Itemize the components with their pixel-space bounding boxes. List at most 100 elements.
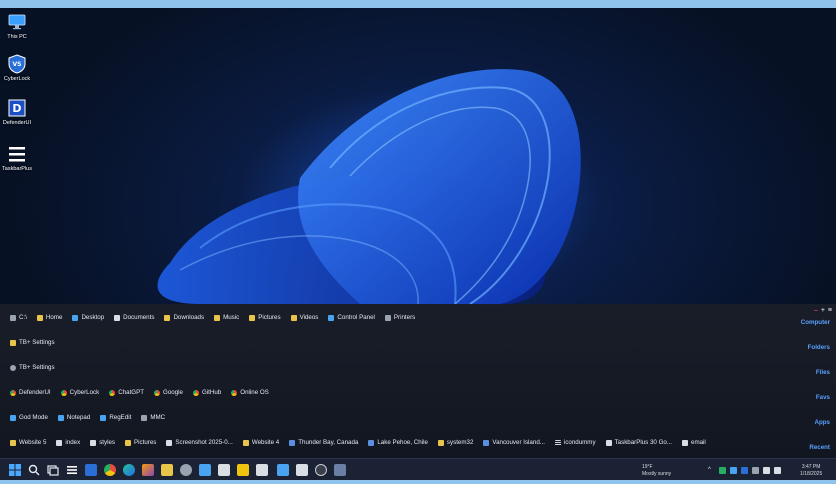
fav-item-defenderui[interactable]: DefenderUI	[10, 389, 51, 396]
category-recent[interactable]: Recent	[809, 444, 830, 451]
folder-item[interactable]: TB+ Settings	[10, 339, 55, 346]
mail-app-icon[interactable]	[218, 464, 230, 476]
recent-item[interactable]: Lake Pehoe, Chile	[368, 439, 428, 446]
recent-item[interactable]: Pictures	[125, 439, 156, 446]
computer-item-downloads[interactable]: Downloads	[164, 314, 204, 321]
mmc-icon	[141, 414, 148, 421]
file-icon	[682, 439, 688, 446]
panel-controls: – + ≡	[814, 307, 832, 314]
app-item-notepad[interactable]: Notepad	[57, 414, 90, 421]
computer-item-music[interactable]: Music	[214, 314, 239, 321]
file-explorer-icon[interactable]	[161, 464, 173, 476]
recent-item[interactable]: system32	[437, 439, 473, 446]
cyberlock-app-icon[interactable]	[85, 464, 97, 476]
app-item-god-mode[interactable]: God Mode	[10, 414, 48, 421]
drive-icon	[10, 314, 16, 321]
folder-icon	[242, 439, 249, 446]
notepad-app-icon[interactable]	[296, 464, 308, 476]
system-tray: ^	[708, 467, 781, 474]
window-top-strip	[0, 0, 836, 8]
desktop-icon-label: CyberLock	[3, 76, 31, 82]
svg-text:VS: VS	[13, 61, 22, 68]
panel-minimize-button[interactable]: –	[814, 307, 818, 314]
videos-icon	[290, 314, 297, 321]
tray-app-icon[interactable]	[752, 467, 759, 474]
apps-row: God Mode Notepad RegEdit MMC	[0, 405, 800, 430]
panel-menu-button[interactable]: ≡	[828, 307, 832, 314]
file-icon	[56, 439, 63, 446]
settings-gear-icon[interactable]	[180, 464, 192, 476]
chrome-icon	[192, 389, 199, 396]
rdp-app-icon[interactable]	[199, 464, 211, 476]
task-view-icon[interactable]	[47, 464, 59, 476]
network-icon[interactable]	[763, 467, 770, 474]
fav-item-google[interactable]: Google	[154, 389, 183, 396]
recent-item[interactable]: TaskbarPlus 30 Go...	[605, 439, 672, 446]
tray-shield-icon[interactable]	[741, 467, 748, 474]
computer-item-control-panel[interactable]: Control Panel	[328, 314, 375, 321]
app-item-mmc[interactable]: MMC	[141, 414, 165, 421]
screen-app-icon[interactable]	[334, 464, 346, 476]
computer-item-pictures[interactable]: Pictures	[249, 314, 281, 321]
app-item-regedit[interactable]: RegEdit	[100, 414, 131, 421]
tray-app-icon[interactable]	[719, 467, 726, 474]
fav-item-online-os[interactable]: Online OS	[231, 389, 269, 396]
fav-item-chatgpt[interactable]: ChatGPT	[109, 389, 144, 396]
terminal-app-icon[interactable]	[277, 464, 289, 476]
snipping-app-icon[interactable]	[256, 464, 268, 476]
recent-item[interactable]: index	[56, 439, 80, 446]
recent-item[interactable]: Vancouver Island...	[483, 439, 545, 446]
chrome-app-icon[interactable]	[104, 464, 116, 476]
category-files[interactable]: Files	[816, 369, 830, 376]
computer-item-desktop[interactable]: Desktop	[72, 314, 104, 321]
desktop-icon-cyberlock[interactable]: VS CyberLock	[0, 54, 34, 82]
recent-item[interactable]: email	[682, 439, 706, 446]
computer-item-c-drive[interactable]: C:\	[10, 314, 27, 321]
desktop-icon-defenderui[interactable]: D DefenderUI	[0, 98, 34, 126]
regedit-icon	[100, 414, 107, 421]
hamburger-menu-icon	[7, 144, 27, 164]
recent-item[interactable]: Website 4	[242, 439, 279, 446]
folders-row: TB+ Settings	[0, 330, 800, 355]
speaker-icon[interactable]	[774, 467, 781, 474]
photos-app-icon[interactable]	[237, 464, 249, 476]
panel-add-button[interactable]: +	[821, 307, 825, 314]
desktop-icon-this-pc[interactable]: This PC	[0, 12, 34, 40]
category-folders[interactable]: Folders	[808, 344, 830, 351]
search-icon[interactable]	[28, 464, 40, 476]
taskbarplus-menu-icon[interactable]	[66, 464, 78, 476]
category-computer[interactable]: Computer	[801, 319, 830, 326]
start-icon[interactable]	[9, 464, 21, 476]
weather-widget[interactable]: 19°F Mostly sunny	[642, 464, 671, 478]
computer-item-printers[interactable]: Printers	[384, 314, 415, 321]
folder-icon	[10, 339, 16, 346]
settings-file-icon	[10, 364, 16, 371]
computer-item-home[interactable]: Home	[36, 314, 62, 321]
chevron-up-icon[interactable]: ^	[708, 467, 715, 474]
edge-app-icon[interactable]	[123, 464, 135, 476]
computer-item-documents[interactable]: Documents	[114, 314, 154, 321]
clock-time: 3:47 PM	[801, 464, 821, 470]
recent-item[interactable]: styles	[90, 439, 115, 446]
category-apps[interactable]: Apps	[815, 419, 830, 426]
desktop-icon-taskbarplus[interactable]: TaskbarPlus	[0, 144, 34, 172]
recent-item[interactable]: Screenshot 2025-0...	[166, 439, 233, 446]
tray-app-icon[interactable]	[730, 467, 737, 474]
recent-item[interactable]: Website 5	[10, 439, 46, 446]
fav-item-cyberlock[interactable]: CyberLock	[60, 389, 99, 396]
file-item[interactable]: TB+ Settings	[10, 364, 55, 371]
recent-item[interactable]: icondummy	[554, 439, 596, 446]
image-file-icon	[483, 439, 490, 446]
clock-app-icon[interactable]	[315, 464, 327, 476]
svg-text:D: D	[12, 102, 21, 115]
clock[interactable]: 3:47 PM 1/18/2025	[800, 464, 822, 478]
recent-item[interactable]: Thunder Bay, Canada	[289, 439, 358, 446]
computer-item-videos[interactable]: Videos	[290, 314, 318, 321]
folder-icon	[437, 439, 444, 446]
files-row: TB+ Settings	[0, 355, 800, 380]
chrome-icon	[60, 389, 67, 396]
category-favs[interactable]: Favs	[816, 394, 830, 401]
paint-app-icon[interactable]	[142, 464, 154, 476]
printer-icon	[384, 314, 391, 321]
fav-item-github[interactable]: GitHub	[192, 389, 221, 396]
